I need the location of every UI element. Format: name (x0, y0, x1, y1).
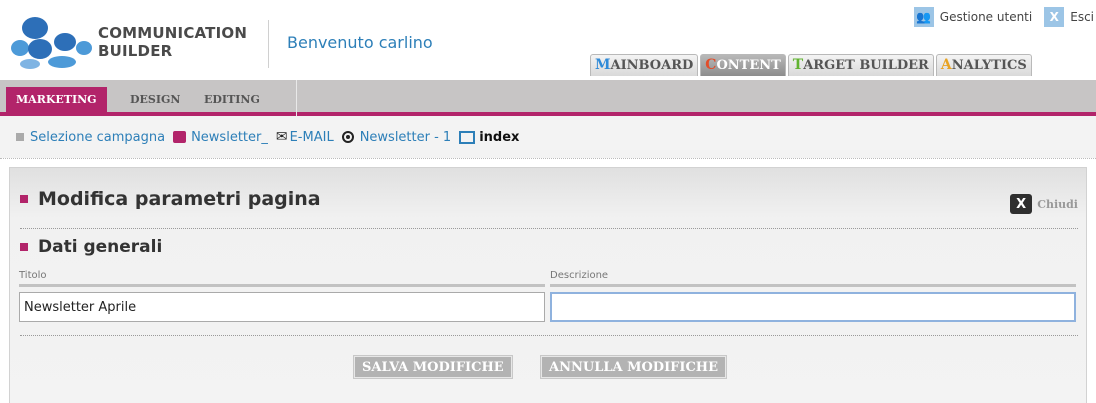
breadcrumb-divider (0, 158, 1096, 159)
breadcrumb-item-label: Newsletter - 1 (359, 129, 452, 145)
tab-target-builder[interactable]: TARGET BUILDER (787, 54, 934, 76)
close-icon: X (1010, 194, 1033, 214)
tab-label: ARGET BUILDER (803, 58, 929, 73)
edit-page-panel: Modifica parametri pagina X Chiudi Dati … (9, 167, 1087, 403)
tab-analytics[interactable]: ANALYTICS (935, 54, 1032, 76)
subtab-editing[interactable]: EDITING (194, 87, 270, 112)
tab-label: AINBOARD (610, 58, 694, 73)
title-label: Titolo (19, 270, 47, 281)
main-tabs: MAINBOARD CONTENT TARGET BUILDER ANALYTI… (590, 54, 1034, 76)
close-label: Chiudi (1037, 197, 1078, 211)
save-changes-button[interactable]: SALVA MODIFICHE (353, 355, 513, 379)
top-links: 👥 Gestione utenti X Esci (913, 7, 1096, 27)
tab-content[interactable]: CONTENT (700, 54, 786, 76)
exit-icon[interactable]: X (1044, 7, 1065, 27)
panel-title-text: Modifica parametri pagina (38, 188, 321, 210)
page-icon (459, 130, 476, 144)
newsletter-icon (173, 131, 187, 143)
tab-initial: A (940, 57, 952, 73)
cancel-changes-button[interactable]: ANNULLA MODIFICHE (540, 355, 727, 379)
square-icon (16, 133, 24, 141)
logo-divider (268, 20, 269, 68)
panel-title: Modifica parametri pagina (20, 188, 321, 210)
logo-line2: BUILDER (98, 42, 173, 60)
breadcrumb-newsletter[interactable]: Newsletter_ (173, 130, 268, 145)
welcome-text: Benvenuto carlino (287, 33, 433, 52)
breadcrumb-campaign-label: Selezione campagna (30, 129, 166, 145)
target-icon (341, 131, 354, 143)
sub-navigation: MARKETING DESIGN EDITING (0, 80, 1096, 116)
tab-mainboard[interactable]: MAINBOARD (590, 54, 699, 76)
logo-line1: COMMUNICATION (98, 24, 248, 42)
tab-label: NALYTICS (951, 58, 1027, 73)
description-label-bar (550, 284, 1076, 287)
bullet-icon (20, 243, 28, 251)
breadcrumb: Selezione campagna Newsletter_ ✉ E-MAIL … (0, 116, 1096, 158)
exit-link[interactable]: Esci (1070, 10, 1094, 24)
breadcrumb-campaign[interactable]: Selezione campagna (16, 130, 165, 145)
logo-icon (11, 17, 92, 69)
description-label: Descrizione (550, 270, 609, 281)
breadcrumb-page-label: index (479, 129, 520, 145)
tab-initial: C (705, 57, 717, 73)
title-input[interactable] (19, 292, 545, 322)
bullet-icon (20, 195, 28, 203)
users-icon[interactable]: 👥 (913, 7, 934, 27)
breadcrumb-email-label: E-MAIL (289, 129, 334, 145)
close-button[interactable]: X Chiudi (1010, 194, 1078, 214)
breadcrumb-item[interactable]: Newsletter - 1 (341, 129, 452, 145)
section-title-text: Dati generali (38, 237, 163, 257)
divider (20, 228, 1078, 229)
tab-initial: M (595, 57, 611, 73)
divider (20, 335, 1078, 336)
users-management-link[interactable]: Gestione utenti (940, 10, 1032, 24)
breadcrumb-newsletter-label: Newsletter_ (191, 129, 268, 145)
subnav-divider (296, 80, 297, 116)
breadcrumb-email[interactable]: ✉ E-MAIL (276, 129, 334, 145)
breadcrumb-page: index (459, 130, 519, 145)
tab-label: ONTENT (716, 58, 781, 73)
section-title: Dati generali (20, 237, 162, 257)
envelope-icon: ✉ (275, 129, 288, 145)
subtab-marketing[interactable]: MARKETING (6, 87, 107, 112)
logo-text: COMMUNICATION BUILDER (98, 24, 247, 60)
subtab-design[interactable]: DESIGN (120, 87, 191, 112)
description-input[interactable] (550, 292, 1076, 322)
title-label-bar (19, 284, 545, 287)
tab-initial: T (792, 57, 804, 73)
app-header: COMMUNICATION BUILDER Benvenuto carlino … (0, 0, 1096, 80)
